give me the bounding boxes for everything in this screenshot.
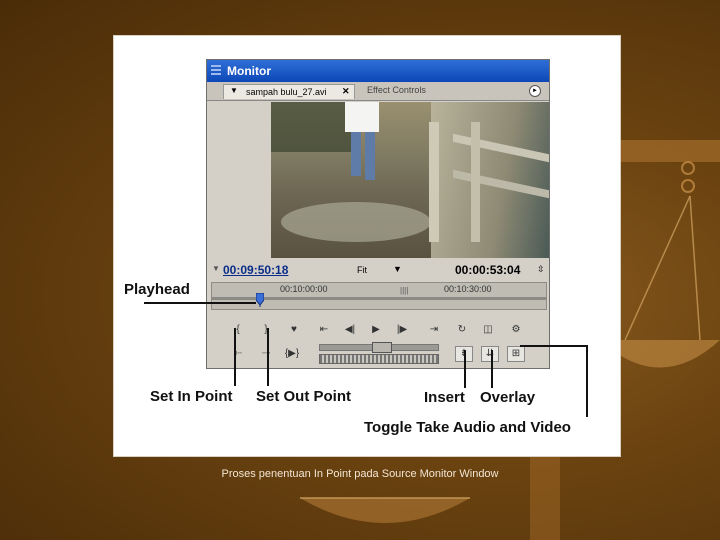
label-set-out-point: Set Out Point <box>256 388 351 405</box>
go-to-in-point-button[interactable]: ⇤ <box>315 322 333 338</box>
pointer-line-set-out <box>267 328 269 386</box>
go-to-in-icon: ⇤ <box>319 324 329 335</box>
tab-clip-label: sampah bulu_27.avi <box>246 87 327 97</box>
pointer-line-toggle-take-v <box>586 345 588 417</box>
marker-icon: ♥ <box>291 324 297 335</box>
take-av-icon: ⊞ <box>511 348 521 359</box>
chevron-down-icon[interactable]: ▼ <box>393 264 402 274</box>
label-set-in-point: Set In Point <box>150 388 233 405</box>
panel-menu-icon[interactable]: ► <box>529 85 541 97</box>
play-icon: ▶ <box>372 324 380 335</box>
tab-source-clip[interactable]: ▼ sampah bulu_27.avi ✕ <box>223 84 355 99</box>
overlay-button[interactable]: ⇊ <box>481 346 499 362</box>
transport-controls: {}♥⇤◀|▶|▶⇥↻◫⚙ ⇠⇢{▶}⇟⇊⊞ <box>207 310 549 366</box>
time-ruler[interactable]: 00:10:00:00 |||| 00:10:30:00 <box>211 282 547 310</box>
ruler-ticks: |||| <box>400 286 409 295</box>
go-to-next-marker-button[interactable]: ⇢ <box>257 346 275 362</box>
set-out-point-button[interactable]: } <box>257 322 275 338</box>
play-button[interactable]: ▶ <box>367 322 385 338</box>
safe-margins-button[interactable]: ◫ <box>479 322 497 338</box>
tab-bar: ▼ sampah bulu_27.avi ✕ Effect Controls ► <box>207 82 549 101</box>
go-to-prev-marker-button[interactable]: ⇠ <box>229 346 247 362</box>
shuttle-bar[interactable] <box>319 354 439 364</box>
go-to-out-point-button[interactable]: ⇥ <box>425 322 443 338</box>
playhead-icon[interactable] <box>256 293 264 307</box>
toggle-take-av-button[interactable]: ⊞ <box>507 346 525 362</box>
current-timecode[interactable]: 00:09:50:18 <box>223 263 288 277</box>
ruler-label-left: 00:10:00:00 <box>280 284 328 294</box>
slide-caption: Proses penentuan In Point pada Source Mo… <box>221 468 499 480</box>
step-back-button[interactable]: ◀| <box>341 322 359 338</box>
set-in-point-button[interactable]: { <box>229 322 247 338</box>
duration-brackets-icon: ⇳ <box>537 264 545 274</box>
label-overlay: Overlay <box>480 389 536 406</box>
duration-timecode: 00:00:53:04 <box>455 263 521 277</box>
go-to-out-icon: ⇥ <box>429 324 439 335</box>
play-in-out-icon: {▶} <box>284 348 300 359</box>
set-marker-button[interactable]: ♥ <box>285 322 303 338</box>
video-preview <box>271 102 549 258</box>
pointer-line-set-in <box>234 328 236 386</box>
pointer-line-overlay <box>491 350 493 388</box>
jog-knob[interactable] <box>372 342 392 353</box>
close-tab-icon[interactable]: ✕ <box>342 86 350 97</box>
output-icon: ⚙ <box>511 324 521 335</box>
drag-grip-icon[interactable] <box>211 65 221 77</box>
step-forward-button[interactable]: |▶ <box>393 322 411 338</box>
label-playhead: Playhead <box>124 281 190 298</box>
timecode-row: ▼ 00:09:50:18 Fit ▼ 00:00:53:04 ⇳ <box>207 259 549 281</box>
label-toggle-take-audio-video: Toggle Take Audio and Video <box>364 419 571 436</box>
slide-card: Monitor ▼ sampah bulu_27.avi ✕ Effect Co… <box>114 36 620 456</box>
tab-effect-controls[interactable]: Effect Controls <box>367 85 426 95</box>
clip-dropdown-icon[interactable]: ▼ <box>230 86 238 95</box>
safe-margins-icon: ◫ <box>483 324 493 335</box>
ruler-label-right: 00:10:30:00 <box>444 284 492 294</box>
window-title: Monitor <box>227 64 271 78</box>
jog-slider[interactable] <box>319 342 439 353</box>
monitor-title-bar[interactable]: Monitor <box>207 60 549 82</box>
loop-icon: ↻ <box>457 324 467 335</box>
step-forward-icon: |▶ <box>396 324 408 335</box>
in-point-icon: { <box>236 324 240 335</box>
pointer-line-insert <box>464 350 466 388</box>
step-back-icon: ◀| <box>344 324 356 335</box>
loop-button[interactable]: ↻ <box>453 322 471 338</box>
zoom-select[interactable]: Fit <box>357 265 367 275</box>
pointer-line-playhead <box>144 302 256 304</box>
pointer-line-toggle-take-h <box>520 345 588 347</box>
playhead-marker-icon: ▼ <box>212 264 220 273</box>
label-insert: Insert <box>424 389 465 406</box>
output-button[interactable]: ⚙ <box>507 322 525 338</box>
monitor-window: Monitor ▼ sampah bulu_27.avi ✕ Effect Co… <box>206 59 550 369</box>
play-in-to-out-button[interactable]: {▶} <box>283 346 301 362</box>
